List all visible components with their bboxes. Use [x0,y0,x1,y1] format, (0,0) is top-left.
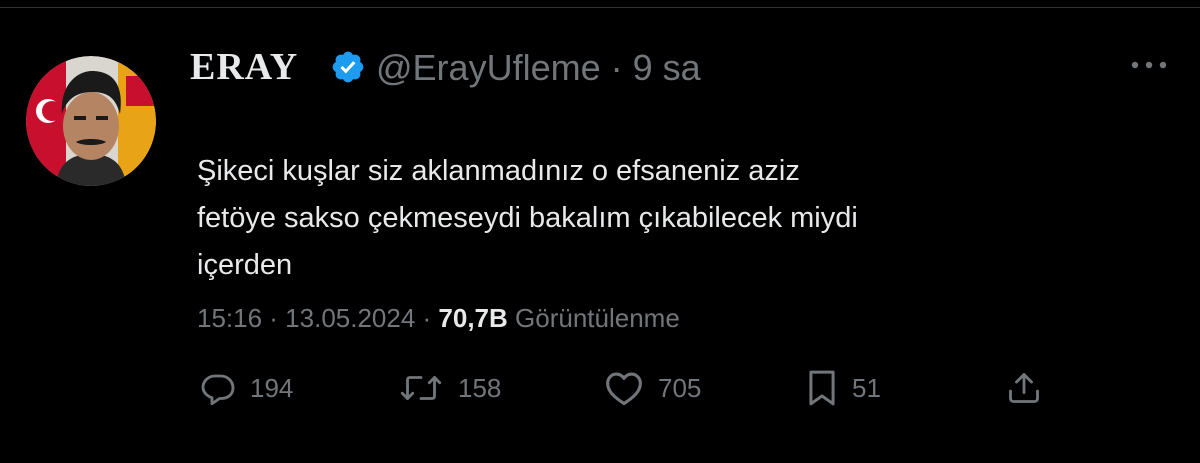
handle-and-time[interactable]: @ErayUfleme · 9 sa [376,44,701,92]
tweet-text-line: fetöye sakso çekmeseydi bakalım çıkabile… [197,202,858,234]
avatar[interactable] [26,56,156,186]
retweet-icon [400,376,442,400]
reply-icon [201,374,235,406]
top-divider [0,0,1200,8]
reply-count: 194 [250,372,294,403]
bookmark-count: 51 [852,372,881,403]
action-bar: 194 158 705 51 [0,360,1200,416]
more-icon[interactable] [1124,50,1174,80]
verified-badge-icon [332,51,364,83]
views-label: Görüntülenme [507,303,680,333]
bookmark-icon [809,370,835,406]
author-name[interactable]: ERAY [190,42,298,92]
avatar-image [26,56,156,186]
tweet-meta: 15:16 · 13.05.2024 · 70,7B Görüntülenme [197,300,680,336]
retweet-count: 158 [458,372,502,403]
tweet-text: Şikeci kuşlar siz aklanmadınız o efsanen… [197,148,1097,289]
views-count: 70,7B [438,303,508,333]
tweet-text-line: içerden [197,249,293,281]
bookmark-button[interactable]: 51 [806,360,881,416]
reply-button[interactable]: 194 [200,360,293,416]
tweet-text-line: Şikeci kuşlar siz aklanmadınız o efsanen… [197,155,800,187]
share-icon [1009,373,1039,403]
heart-icon [606,372,642,406]
like-button[interactable]: 705 [604,360,701,416]
like-count: 705 [658,372,702,403]
retweet-button[interactable]: 158 [398,360,501,416]
timestamp[interactable]: 15:16 · 13.05.2024 · [197,303,438,333]
share-button[interactable] [1006,360,1042,416]
